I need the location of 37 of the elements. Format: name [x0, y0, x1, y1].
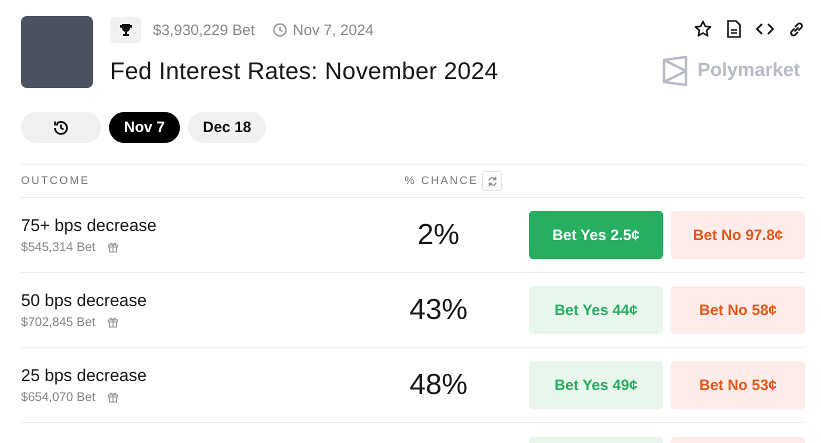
bet-no-button[interactable]: Bet No 53¢: [671, 361, 805, 409]
bet-yes-button[interactable]: Bet Yes 44¢: [529, 286, 663, 334]
gift-icon: [107, 391, 120, 403]
outcome-volume: $654,070 Bet: [21, 390, 96, 404]
chance-percent: 48%: [409, 368, 468, 402]
clock-icon: [272, 23, 287, 37]
bet-no-button[interactable]: Bet No 97.8¢: [671, 211, 805, 259]
document-icon[interactable]: [726, 20, 742, 38]
logo-icon: [662, 56, 688, 86]
refresh-icon[interactable]: [482, 171, 502, 191]
outcome-volume: $545,314 Bet: [21, 240, 96, 254]
chance-percent: 2%: [418, 218, 460, 252]
bet-yes-button[interactable]: Bet Yes 2.5¢: [529, 211, 663, 259]
outcome-name: 50 bps decrease: [21, 291, 148, 311]
outcome-volume: $702,845 Bet: [21, 315, 96, 329]
chance-percent: 43%: [409, 294, 468, 326]
trophy-icon: [110, 17, 141, 43]
date-tab[interactable]: Dec 18: [188, 112, 266, 143]
column-header: % CHANCE: [404, 175, 478, 187]
bet-no-button[interactable]: Bet No 58¢: [671, 286, 805, 334]
star-icon[interactable]: [694, 20, 712, 38]
brand-name: Polymarket: [698, 60, 800, 82]
market-title: Fed Interest Rates: November 2024: [110, 58, 500, 86]
outcome-name: 75+ bps decrease: [21, 216, 158, 236]
history-button[interactable]: [21, 112, 101, 143]
outcome-name: 25 bps decrease: [21, 366, 148, 386]
date-tab[interactable]: Nov 7: [109, 112, 180, 143]
link-icon[interactable]: [788, 20, 805, 38]
photo-placeholder: [21, 16, 93, 88]
bet-yes-button[interactable]: Bet Yes 49¢: [529, 361, 663, 409]
gift-icon: [107, 241, 120, 253]
column-header: OUTCOME: [21, 175, 91, 187]
history-icon: [52, 118, 70, 136]
gift-icon: [107, 316, 120, 328]
date-text: Nov 7, 2024: [292, 22, 374, 38]
code-icon[interactable]: [756, 22, 774, 36]
volume-text: $3,930,229 Bet: [153, 22, 255, 38]
